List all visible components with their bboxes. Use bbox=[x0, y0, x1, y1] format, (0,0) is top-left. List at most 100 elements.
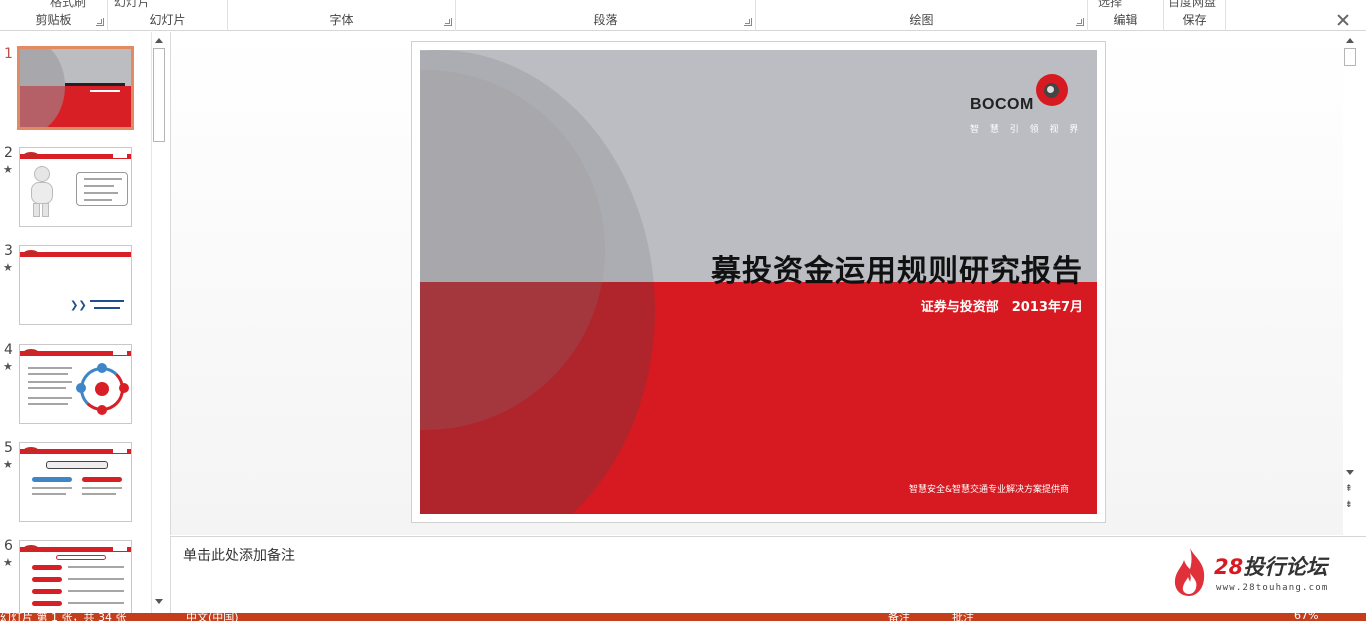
status-bar: 幻灯片 第 1 张，共 34 张 中文(中国) 备注 批注 67% bbox=[0, 613, 1366, 621]
group-label-save: 保存 bbox=[1182, 13, 1207, 27]
thumb-list-line bbox=[84, 192, 118, 194]
thumb-banner bbox=[46, 461, 108, 469]
thumb-text-line bbox=[28, 387, 66, 389]
thumb-text-line bbox=[28, 403, 68, 405]
slide-thumbnail-6[interactable] bbox=[19, 540, 132, 616]
slide-thumbnail-3[interactable]: ❯❯ bbox=[19, 245, 132, 325]
baidu-pan-label[interactable]: 百度网盘 bbox=[1168, 0, 1216, 10]
group-label-font: 字体 bbox=[329, 13, 354, 27]
thumb-list-line bbox=[84, 178, 122, 180]
thumbnail-row-2[interactable]: 2 ★ bbox=[0, 145, 150, 237]
thumb-subtitle-line bbox=[90, 90, 120, 92]
scrollbar-thumb[interactable] bbox=[1344, 48, 1356, 66]
zoom-level[interactable]: 67% bbox=[1294, 613, 1318, 621]
thumb-cycle-center bbox=[95, 382, 109, 396]
ribbon-group-clipboard: 格式刷 剪贴板 bbox=[0, 0, 108, 31]
thumb-cycle-node bbox=[97, 405, 107, 415]
thumbnail-scrollbar[interactable] bbox=[151, 32, 166, 613]
thumb-section-line bbox=[90, 300, 124, 302]
thumb-red-pill bbox=[32, 589, 62, 594]
scroll-up-icon[interactable] bbox=[1345, 36, 1355, 46]
bocom-logo-icon bbox=[1036, 74, 1068, 106]
animation-star-icon: ★ bbox=[3, 360, 13, 373]
thumb-text-line bbox=[28, 367, 72, 369]
previous-slide-icon[interactable]: ⇞ bbox=[1345, 484, 1353, 494]
collapse-ribbon-icon[interactable] bbox=[1336, 13, 1350, 27]
logo-wordmark: BOCOM bbox=[970, 96, 1034, 113]
thumb-text-line bbox=[28, 373, 68, 375]
watermark-brand: 28投行论坛 bbox=[1214, 551, 1327, 581]
thumbnail-row-1[interactable]: 1 bbox=[0, 46, 150, 138]
slide-thumbnail-pane: 1 2 ★ 3 ★ ❯❯ 4 ★ 5 ★ 6 ★ bbox=[0, 32, 168, 616]
ribbon-group-drawing: 绘图 bbox=[756, 0, 1088, 31]
thumb-header-label bbox=[113, 351, 127, 355]
watermark-number: 28 bbox=[1214, 555, 1244, 579]
comments-button[interactable]: 批注 bbox=[952, 613, 974, 621]
drawing-launcher-icon[interactable] bbox=[1076, 18, 1084, 26]
thumb-red-pill bbox=[32, 577, 62, 582]
slide-title[interactable]: 募投资金运用规则研究报告 bbox=[711, 246, 1083, 290]
thumb-cycle-node bbox=[76, 383, 86, 393]
thumbnail-number: 2 bbox=[4, 145, 13, 161]
slide-thumbnail-4[interactable] bbox=[19, 344, 132, 424]
thumb-cycle-node bbox=[119, 383, 129, 393]
format-painter-label[interactable]: 格式刷 bbox=[50, 0, 86, 10]
ribbon-group-save: 百度网盘 保存 bbox=[1164, 0, 1226, 31]
scroll-up-icon[interactable] bbox=[154, 36, 164, 46]
animation-star-icon: ★ bbox=[3, 261, 13, 274]
group-label-paragraph: 段落 bbox=[593, 13, 618, 27]
thumb-logo-icon bbox=[24, 152, 38, 158]
watermark-logo: 28投行论坛 www.28touhang.com bbox=[1172, 545, 1342, 601]
thumb-text-line bbox=[32, 487, 72, 489]
select-label[interactable]: 选择 bbox=[1098, 0, 1122, 10]
watermark-name: 投行论坛 bbox=[1243, 555, 1328, 579]
language-status[interactable]: 中文(中国) bbox=[186, 613, 239, 621]
animation-star-icon: ★ bbox=[3, 458, 13, 471]
font-launcher-icon[interactable] bbox=[444, 18, 452, 26]
thumb-list-line bbox=[84, 199, 112, 201]
thumbnail-row-4[interactable]: 4 ★ bbox=[0, 342, 150, 434]
thumbnail-row-3[interactable]: 3 ★ ❯❯ bbox=[0, 243, 150, 335]
slide-thumbnail-5[interactable] bbox=[19, 442, 132, 522]
animation-star-icon: ★ bbox=[3, 556, 13, 569]
thumb-text-line bbox=[28, 381, 72, 383]
notes-placeholder[interactable]: 单击此处添加备注 bbox=[183, 545, 295, 565]
thumb-text-line bbox=[32, 493, 66, 495]
thumb-logo-icon bbox=[24, 349, 38, 355]
paragraph-launcher-icon[interactable] bbox=[744, 18, 752, 26]
slide-thumbnail-2[interactable] bbox=[19, 147, 132, 227]
flame-icon bbox=[1174, 548, 1205, 596]
thumbnail-row-5[interactable]: 5 ★ bbox=[0, 440, 150, 532]
slide-count-status[interactable]: 幻灯片 第 1 张，共 34 张 bbox=[0, 613, 126, 621]
slide-footer-text[interactable]: 智慧安全&智慧交通专业解决方案提供商 bbox=[909, 482, 1069, 495]
ribbon-group-font: 字体 bbox=[228, 0, 456, 31]
thumb-text-line bbox=[68, 602, 124, 604]
scroll-down-icon[interactable] bbox=[154, 597, 164, 607]
thumb-text-line bbox=[68, 566, 124, 568]
ribbon: 格式刷 剪贴板 幻灯片 幻灯片 字体 段落 绘图 选择 编辑 百度网盘 保存 bbox=[0, 0, 1366, 31]
slide-canvas[interactable]: BOCOM 智 慧 引 领 视 界 募投资金运用规则研究报告 证券与投资部 20… bbox=[420, 50, 1097, 514]
thumb-logo-icon bbox=[24, 447, 38, 453]
slide-thumbnail-1[interactable] bbox=[17, 46, 134, 130]
editor-scrollbar[interactable]: ⇞ ⇟ bbox=[1343, 32, 1358, 535]
logo-tagline: 智 慧 引 领 视 界 bbox=[970, 125, 1083, 135]
slide-frame: BOCOM 智 慧 引 领 视 界 募投资金运用规则研究报告 证券与投资部 20… bbox=[411, 41, 1106, 523]
ribbon-group-slides: 幻灯片 幻灯片 bbox=[108, 0, 228, 31]
scroll-down-icon[interactable] bbox=[1345, 468, 1355, 478]
clipboard-launcher-icon[interactable] bbox=[96, 18, 104, 26]
next-slide-icon[interactable]: ⇟ bbox=[1345, 500, 1353, 510]
bocom-logo: BOCOM 智 慧 引 领 视 界 bbox=[968, 70, 1078, 136]
thumb-chevron-icon: ❯❯ bbox=[70, 300, 87, 311]
slide-subtitle[interactable]: 证券与投资部 2013年7月 bbox=[921, 296, 1083, 315]
thumb-red-pill bbox=[32, 565, 62, 570]
notes-button[interactable]: 备注 bbox=[888, 613, 910, 621]
thumb-text-line bbox=[82, 487, 122, 489]
thumbnail-number: 1 bbox=[4, 46, 13, 62]
thumbnail-number: 3 bbox=[4, 243, 13, 259]
new-slide-label[interactable]: 幻灯片 bbox=[114, 0, 150, 10]
group-label-drawing: 绘图 bbox=[909, 13, 934, 27]
slide-editing-area: BOCOM 智 慧 引 领 视 界 募投资金运用规则研究报告 证券与投资部 20… bbox=[170, 32, 1343, 535]
thumb-cycle-node bbox=[97, 363, 107, 373]
thumb-logo-icon bbox=[24, 545, 38, 551]
scrollbar-thumb[interactable] bbox=[153, 48, 165, 142]
